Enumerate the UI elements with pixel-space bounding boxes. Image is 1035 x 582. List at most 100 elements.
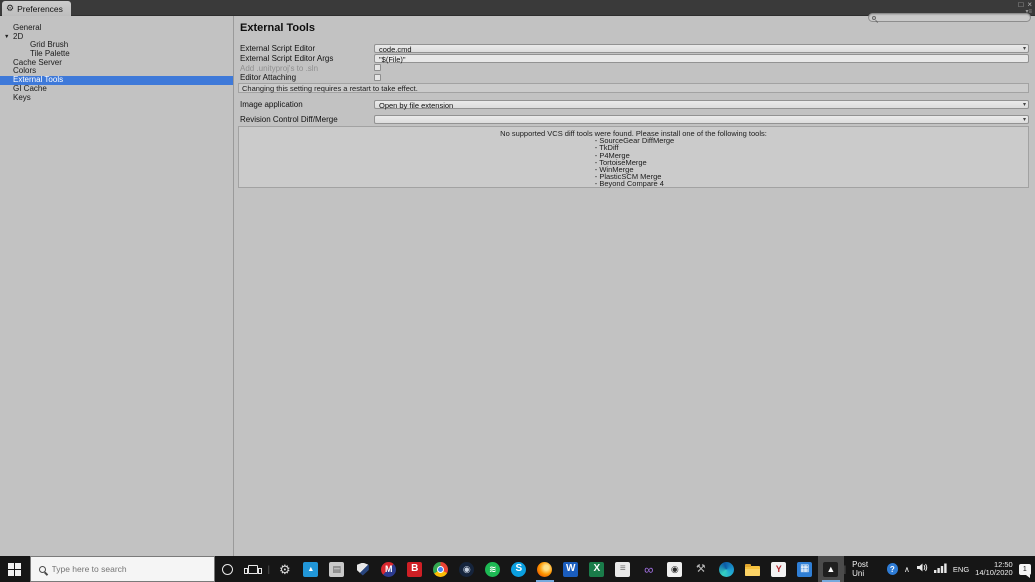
date-label: 14/10/2020 xyxy=(975,568,1013,577)
taskbar-mega-button[interactable]: M xyxy=(376,556,402,582)
add-unityproj-label: Add .unityproj's to .sln xyxy=(240,63,319,73)
dropdown-arrow-icon: ▾ xyxy=(1022,46,1026,52)
taskbar-bitdefender-button[interactable]: B xyxy=(402,556,428,582)
excel-icon: X xyxy=(589,561,605,577)
taskbar-game-launcher-button[interactable]: Y xyxy=(766,556,792,582)
file-explorer-icon xyxy=(745,563,761,576)
task-view-button[interactable] xyxy=(240,556,266,582)
taskbar-notepad-button[interactable]: ≡ xyxy=(610,556,636,582)
action-center-icon[interactable]: 1 xyxy=(1018,563,1032,578)
taskbar-search[interactable] xyxy=(29,556,215,582)
add-unityproj-checkbox[interactable] xyxy=(374,64,381,71)
sidebar-item-keys[interactable]: Keys xyxy=(0,93,233,103)
taskbar-photos-button[interactable]: ▲ xyxy=(298,556,324,582)
script-editor-args-row: External Script Editor Args "$(File)" xyxy=(234,54,1035,63)
image-application-label: Image application xyxy=(240,100,303,109)
taskbar-settings-button[interactable]: ⚙ xyxy=(272,556,298,582)
preferences-sidebar: General ▼ 2D Grid Brush Tile Palette Cache Se… xyxy=(0,23,233,103)
taskbar: | ⚙ ▲ ▤ MB ◉ ≋ S WX ≡ ∞ ◉ ⚒ Y ▦ ▲ | Post Uni ? ∧ ENG 1… xyxy=(0,556,1035,582)
unity-editor-icon: ▲ xyxy=(823,561,839,577)
foldout-triangle-icon[interactable]: ▼ xyxy=(4,33,9,42)
sidebar-item-label: 2D xyxy=(13,31,24,41)
notepad-icon: ≡ xyxy=(615,561,631,577)
vcs-tool-item: - Beyond Compare 4 xyxy=(594,179,664,189)
external-script-editor-args-input[interactable]: "$(File)" xyxy=(374,54,1029,63)
taskbar-unity-hub-button[interactable]: ◉ xyxy=(662,556,688,582)
restart-notice: Changing this setting requires a restart… xyxy=(238,83,1029,93)
notification-count: 1 xyxy=(1022,565,1027,573)
revision-control-dropdown[interactable]: ▾ xyxy=(374,115,1029,124)
page-title: External Tools xyxy=(240,22,315,34)
image-application-row: Image application Open by file extension… xyxy=(234,100,1035,109)
security-shield-icon xyxy=(356,562,369,576)
maximize-button[interactable]: □ xyxy=(1018,1,1023,9)
hidden-icons-chevron[interactable]: ∧ xyxy=(904,565,910,574)
steam-icon: ◉ xyxy=(459,561,475,577)
vcs-tool-list: - SourceGear DiffMerge - TkDiff - P4Merge -… xyxy=(593,137,674,189)
taskbar-spotify-button[interactable]: ≋ xyxy=(480,556,506,582)
tray-separator: | xyxy=(843,564,847,574)
edge-icon xyxy=(719,561,735,577)
vcs-notice-box: No supported VCS diff tools were found. … xyxy=(238,126,1029,188)
cortana-icon xyxy=(221,563,233,575)
taskbar-file-explorer-button[interactable] xyxy=(740,556,766,582)
calendar-icon: ▦ xyxy=(797,561,813,577)
sidebar-item-gi-cache[interactable]: GI Cache xyxy=(0,84,233,94)
unity-hub-icon: ◉ xyxy=(667,561,683,577)
photos-icon: ▲ xyxy=(303,561,319,577)
tab-label: Preferences xyxy=(17,3,63,14)
help-icon[interactable]: ? xyxy=(886,563,899,575)
taskbar-excel-button[interactable]: X xyxy=(584,556,610,582)
taskbar-visual-studio-button[interactable]: ∞ xyxy=(636,556,662,582)
editor-attaching-row: Editor Attaching xyxy=(234,73,1035,82)
chrome-icon xyxy=(433,561,449,577)
preferences-gear-icon: ⚙ xyxy=(6,3,15,13)
search-icon xyxy=(38,565,46,573)
image-application-dropdown[interactable]: Open by file extension ▾ xyxy=(374,100,1029,109)
taskbar-unity-editor-button[interactable]: ▲ xyxy=(817,556,844,582)
cortana-button[interactable] xyxy=(215,556,241,582)
taskbar-photo-viewer-button[interactable]: ▤ xyxy=(324,556,350,582)
photo-viewer-icon: ▤ xyxy=(329,561,345,577)
external-tools-panel: External Tools External Script Editor co… xyxy=(234,16,1035,556)
taskbar-modeling-tool-button[interactable]: ⚒ xyxy=(688,556,714,582)
dropdown-arrow-icon: ▾ xyxy=(1022,102,1026,108)
start-button[interactable] xyxy=(0,556,30,582)
editor-attaching-label: Editor Attaching xyxy=(240,73,297,82)
language-indicator[interactable]: ENG xyxy=(953,565,969,574)
editor-attaching-checkbox[interactable] xyxy=(374,73,381,81)
script-editor-row: External Script Editor code.cmd ▾ xyxy=(234,44,1035,53)
taskbar-edge-button[interactable] xyxy=(714,556,740,582)
taskbar-firefox-button[interactable] xyxy=(532,556,558,582)
close-button[interactable]: × xyxy=(1027,1,1032,9)
taskbar-steam-button[interactable]: ◉ xyxy=(454,556,480,582)
taskbar-search-input[interactable] xyxy=(51,564,192,574)
modeling-tool-icon: ⚒ xyxy=(695,562,706,575)
taskbar-security-shield-button[interactable] xyxy=(350,556,376,582)
screen: ⚙ Preferences □ × ▾≡ General ▼ 2D Grid Brus… xyxy=(0,0,1035,582)
taskbar-calendar-button[interactable]: ▦ xyxy=(792,556,818,582)
spotify-icon: ≋ xyxy=(485,561,501,577)
clock[interactable]: 12:50 14/10/2020 xyxy=(975,560,1013,578)
add-unityproj-row: Add .unityproj's to .sln xyxy=(234,64,1035,73)
dropdown-value: code.cmd xyxy=(379,44,412,54)
network-icon[interactable] xyxy=(933,560,947,578)
input-value: "$(File)" xyxy=(379,54,406,64)
external-script-editor-dropdown[interactable]: code.cmd ▾ xyxy=(374,44,1029,53)
tab-preferences[interactable]: ⚙ Preferences xyxy=(2,1,71,16)
dropdown-arrow-icon: ▾ xyxy=(1022,117,1026,123)
sidebar-item-general[interactable]: General xyxy=(0,23,233,33)
taskbar-pinned-apps: ⚙ ▲ ▤ M B ◉ ≋ S W X ≡ ∞ ◉ ⚒ Y ▦ ▲ xyxy=(272,556,844,582)
skype-icon: S xyxy=(511,561,527,577)
taskbar-word-button[interactable]: W xyxy=(558,556,584,582)
mega-icon: M xyxy=(381,561,397,577)
window-controls: □ × xyxy=(1018,1,1032,9)
firefox-icon xyxy=(537,561,553,577)
taskbar-skype-button[interactable]: S xyxy=(506,556,532,582)
word-icon: W xyxy=(563,561,579,577)
windows-logo-icon xyxy=(8,562,22,576)
revision-control-label: Revision Control Diff/Merge xyxy=(240,115,338,124)
volume-icon[interactable] xyxy=(916,560,928,578)
taskbar-chrome-button[interactable] xyxy=(428,556,454,582)
dropdown-value: Open by file extension xyxy=(379,100,454,110)
